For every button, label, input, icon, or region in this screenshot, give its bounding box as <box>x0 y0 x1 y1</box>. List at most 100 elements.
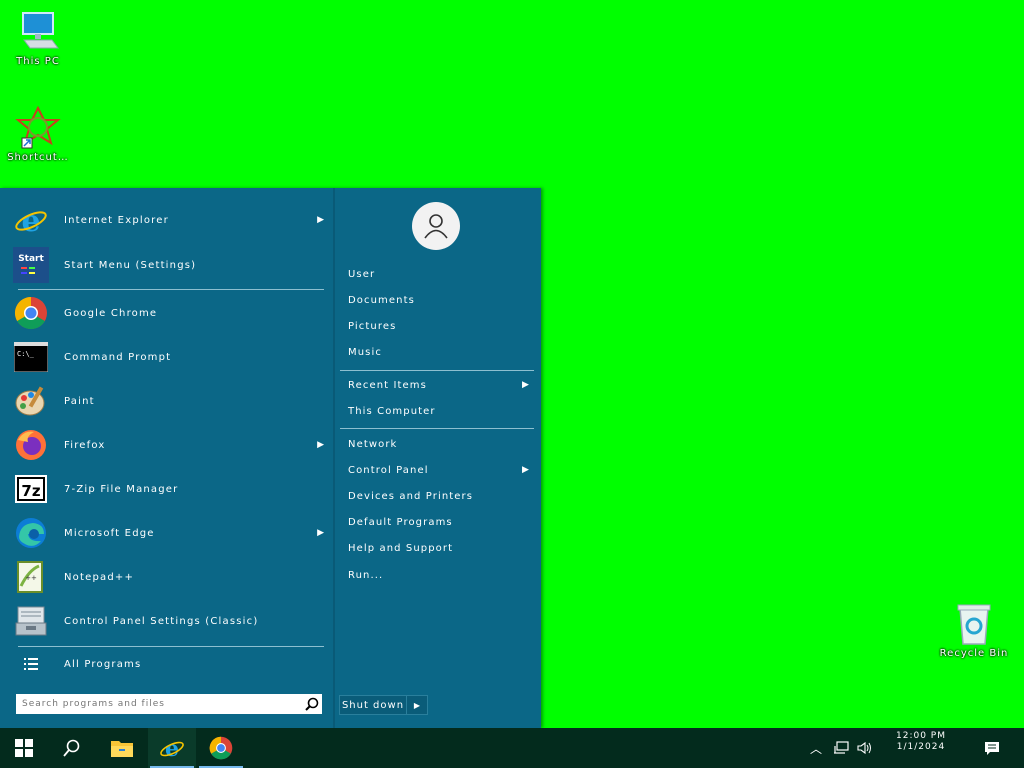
svg-text:7z: 7z <box>21 482 40 500</box>
command-prompt-icon: C:\_ <box>12 338 50 376</box>
show-hidden-icons-button[interactable]: ︿ <box>806 738 826 758</box>
start-menu: e Internet Explorer ▶ Start Start Menu (… <box>0 188 541 728</box>
taskbar: e ︿ 12:00 PM 1/1/2024 <box>0 728 1024 768</box>
user-avatar[interactable] <box>412 202 460 250</box>
svg-text:e: e <box>165 736 179 761</box>
7zip-icon: 7z <box>12 470 50 508</box>
notification-icon <box>985 741 999 755</box>
all-programs-label: All Programs <box>64 658 142 670</box>
places-item-label: Control Panel <box>348 464 429 476</box>
paint-icon <box>12 382 50 420</box>
network-tray-icon[interactable] <box>831 738 851 758</box>
app-item-control-panel[interactable]: Control Panel Settings (Classic) <box>10 600 330 642</box>
internet-explorer-icon: e <box>160 736 184 761</box>
divider <box>18 289 324 290</box>
app-item-label: Control Panel Settings (Classic) <box>64 615 259 627</box>
start-menu-programs-pane: e Internet Explorer ▶ Start Start Menu (… <box>0 188 333 728</box>
taskbar-search-button[interactable] <box>48 728 96 768</box>
computer-icon <box>14 10 62 54</box>
shutdown-options-button[interactable]: ▶ <box>407 695 428 715</box>
app-item-label: 7-Zip File Manager <box>64 483 179 495</box>
power-button-group: Shut down ▶ <box>339 695 428 715</box>
app-item-label: Start Menu (Settings) <box>64 259 197 271</box>
places-item-label: Help and Support <box>348 542 454 554</box>
places-item-pictures[interactable]: Pictures <box>348 316 534 336</box>
places-item-network[interactable]: Network <box>348 434 534 454</box>
desktop-icon-shortcut[interactable]: Shortcut… <box>0 105 76 164</box>
edge-icon <box>12 514 50 552</box>
start-menu-settings-icon: Start <box>12 246 50 284</box>
places-item-control-panel[interactable]: Control Panel ▶ <box>348 460 534 480</box>
desktop-icon-recycle-bin[interactable]: Recycle Bin <box>936 602 1012 660</box>
places-item-devices-printers[interactable]: Devices and Printers <box>348 486 534 506</box>
places-item-music[interactable]: Music <box>348 342 534 362</box>
search-input[interactable] <box>16 698 303 710</box>
places-item-label: Pictures <box>348 320 397 332</box>
app-item-start-menu-settings[interactable]: Start Start Menu (Settings) <box>10 244 330 286</box>
user-icon <box>424 214 448 239</box>
app-item-firefox[interactable]: Firefox ▶ <box>10 424 330 466</box>
app-item-internet-explorer[interactable]: e Internet Explorer ▶ <box>10 199 330 241</box>
places-item-documents[interactable]: Documents <box>348 290 534 310</box>
taskbar-internet-explorer[interactable]: e <box>148 728 196 768</box>
places-item-label: Music <box>348 346 382 358</box>
taskbar-file-explorer[interactable] <box>98 728 146 768</box>
submenu-arrow-icon: ▶ <box>521 465 530 475</box>
chrome-icon <box>12 294 50 332</box>
svg-text:C:\_: C:\_ <box>17 350 35 358</box>
divider <box>18 646 324 647</box>
places-item-user[interactable]: User <box>348 264 534 284</box>
app-item-label: Command Prompt <box>64 351 172 363</box>
clock-date: 1/1/2024 <box>896 742 946 752</box>
windows-logo-icon <box>15 739 33 757</box>
list-icon <box>12 652 50 676</box>
volume-tray-icon[interactable] <box>855 738 875 758</box>
app-item-label: Paint <box>64 395 95 407</box>
start-button[interactable] <box>0 728 48 768</box>
places-item-help-support[interactable]: Help and Support <box>348 538 534 558</box>
places-item-recent-items[interactable]: Recent Items ▶ <box>348 375 534 395</box>
app-item-paint[interactable]: Paint <box>10 380 330 422</box>
app-item-label: Microsoft Edge <box>64 527 155 539</box>
network-icon <box>834 741 849 754</box>
search-icon <box>63 739 80 757</box>
control-panel-icon <box>12 602 50 640</box>
places-item-label: Run... <box>348 569 384 581</box>
places-item-label: Devices and Printers <box>348 490 474 502</box>
app-item-label: Firefox <box>64 439 106 451</box>
submenu-arrow-icon: ▶ <box>317 440 324 450</box>
taskbar-clock[interactable]: 12:00 PM 1/1/2024 <box>886 731 956 765</box>
submenu-arrow-icon: ▶ <box>317 528 324 538</box>
app-item-label: Internet Explorer <box>64 214 169 226</box>
places-item-label: Documents <box>348 294 415 306</box>
divider <box>340 428 534 429</box>
search-icon[interactable] <box>302 694 322 714</box>
folder-icon <box>111 741 133 757</box>
svg-text:e: e <box>21 204 40 238</box>
search-box[interactable] <box>16 694 322 714</box>
places-item-default-programs[interactable]: Default Programs <box>348 512 534 532</box>
start-menu-places-pane: User Documents Pictures Music Recent Ite… <box>334 188 541 728</box>
places-item-run[interactable]: Run... <box>348 565 534 585</box>
shutdown-button[interactable]: Shut down <box>339 695 407 715</box>
internet-explorer-icon: e <box>12 201 50 239</box>
chevron-right-icon: ▶ <box>413 700 421 710</box>
app-item-command-prompt[interactable]: C:\_ Command Prompt <box>10 336 330 378</box>
action-center-button[interactable] <box>982 738 1002 758</box>
places-item-this-computer[interactable]: This Computer <box>348 401 534 421</box>
shutdown-label: Shut down <box>341 699 405 711</box>
app-shortcut-icon <box>14 105 62 150</box>
app-item-7zip[interactable]: 7z 7-Zip File Manager <box>10 468 330 510</box>
all-programs-button[interactable]: All Programs <box>10 652 330 676</box>
taskbar-chrome[interactable] <box>197 728 245 768</box>
app-item-microsoft-edge[interactable]: Microsoft Edge ▶ <box>10 512 330 554</box>
svg-text:++: ++ <box>25 574 37 582</box>
app-item-notepadplusplus[interactable]: ++ Notepad++ <box>10 556 330 598</box>
places-item-label: User <box>348 268 376 280</box>
app-item-google-chrome[interactable]: Google Chrome <box>10 292 330 334</box>
desktop-icon-label: Recycle Bin <box>939 648 1009 659</box>
app-item-label: Notepad++ <box>64 571 135 583</box>
places-item-label: Network <box>348 438 398 450</box>
clock-time: 12:00 PM <box>896 731 946 741</box>
desktop-icon-this-pc[interactable]: This PC <box>0 10 76 68</box>
